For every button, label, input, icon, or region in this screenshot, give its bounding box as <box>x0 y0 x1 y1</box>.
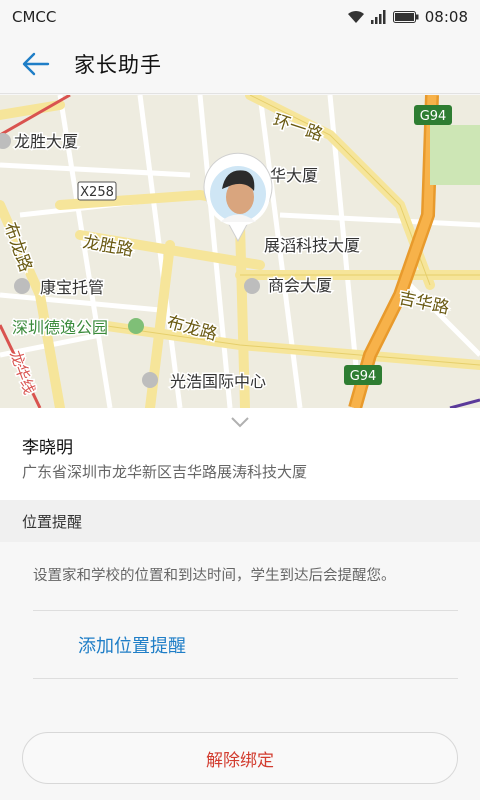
map-label-guanghao: 光浩国际中心 <box>170 372 266 391</box>
battery-icon <box>392 11 419 23</box>
map-label-longsheng-building: 龙胜大厦 <box>14 132 78 151</box>
child-info: 李晓明 广东省深圳市龙华新区吉华路展涛科技大厦 <box>0 436 480 500</box>
arrow-left-icon <box>22 52 50 75</box>
map-label-g94-top: G94 <box>420 109 447 124</box>
chevron-down-icon <box>231 417 249 428</box>
carrier-label: CMCC <box>12 8 57 26</box>
reminder-description: 设置家和学校的位置和到达时间，学生到达后会提醒您。 <box>33 568 396 584</box>
child-name: 李晓明 <box>22 438 73 458</box>
divider <box>33 610 458 611</box>
status-icons <box>347 10 419 24</box>
map-label-zhandao-building: 展滔科技大厦 <box>264 236 360 255</box>
collapse-handle[interactable] <box>0 408 480 436</box>
add-location-reminder-link[interactable]: 添加位置提醒 <box>78 632 186 658</box>
app-bar: 家长助手 <box>0 34 480 94</box>
map-label-g94-bottom: G94 <box>350 369 377 384</box>
map-label-deyi-park: 深圳德逸公园 <box>12 318 108 337</box>
signal-icon <box>370 10 386 24</box>
avatar <box>210 166 266 222</box>
map-label-kangbao: 康宝托管 <box>40 278 104 297</box>
child-address: 广东省深圳市龙华新区吉华路展涛科技大厦 <box>22 463 308 481</box>
page-title: 家长助手 <box>74 52 162 77</box>
map-label-shanghui-building: 商会大厦 <box>268 276 332 295</box>
map-label-hua-building: 华大厦 <box>270 166 318 185</box>
clock: 08:08 <box>424 8 468 26</box>
section-header-location-reminder: 位置提醒 <box>0 500 480 542</box>
location-reminder-panel: 设置家和学校的位置和到达时间，学生到达后会提醒您。 添加位置提醒 解除绑定 <box>0 542 480 800</box>
map-view[interactable]: 龙胜大厦 华大厦 展滔科技大厦 康宝托管 商会大厦 光浩国际中心 深圳德逸公园 … <box>0 95 480 408</box>
map-label-x258: X258 <box>80 185 114 200</box>
unbind-button[interactable]: 解除绑定 <box>22 732 458 784</box>
back-button[interactable] <box>8 34 64 94</box>
wifi-icon <box>347 10 364 23</box>
divider <box>33 678 458 679</box>
status-bar: CMCC 08:08 <box>0 0 480 34</box>
